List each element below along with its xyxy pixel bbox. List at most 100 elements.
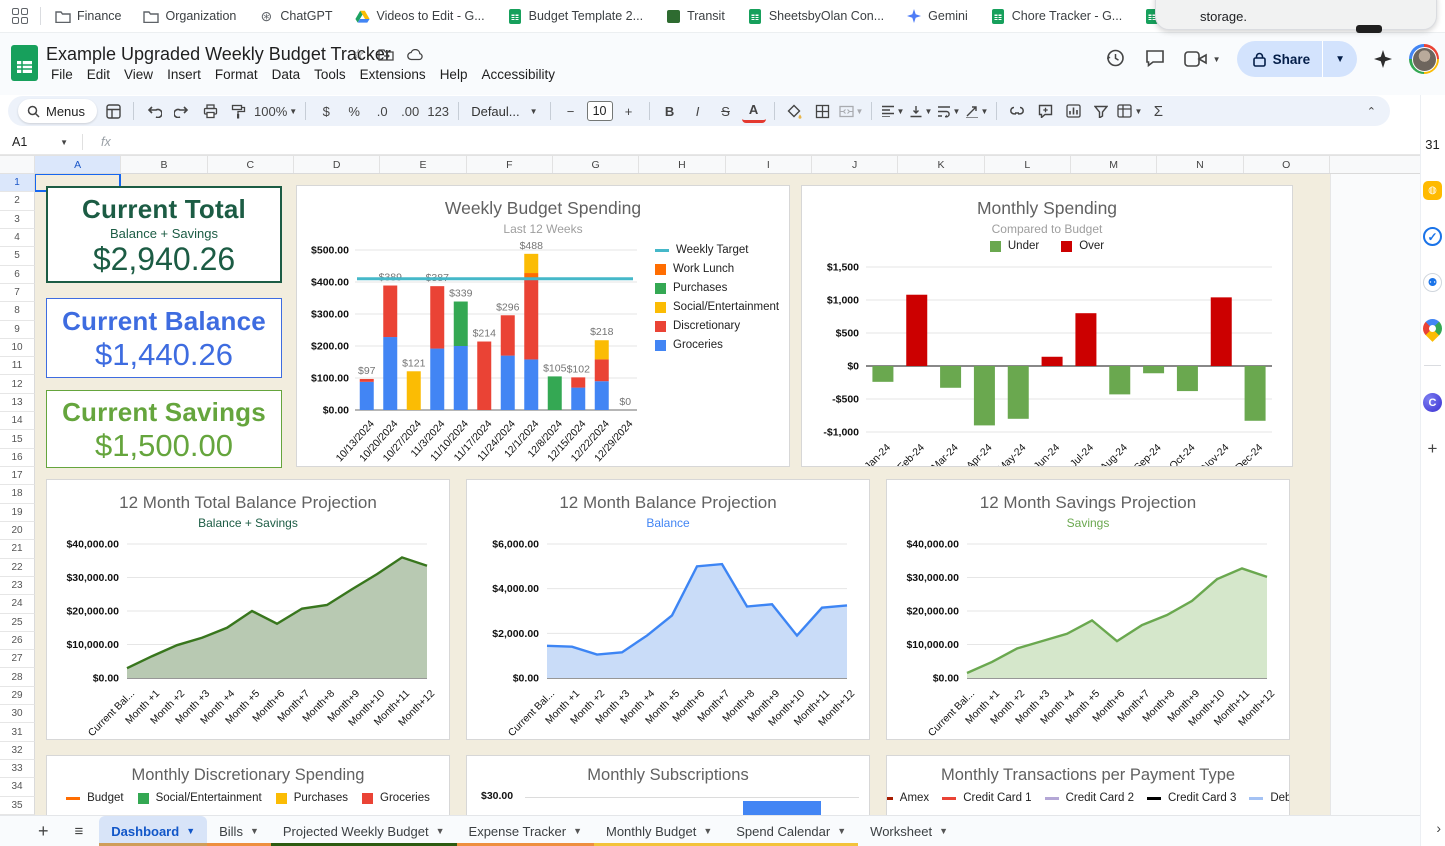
row-header-13[interactable]: 13 — [0, 394, 35, 412]
bookmark-transit[interactable]: Transit — [665, 8, 725, 24]
column-header-f[interactable]: F — [467, 156, 553, 173]
column-header-l[interactable]: L — [985, 156, 1071, 173]
column-header-h[interactable]: H — [639, 156, 725, 173]
keep-icon[interactable]: ◍ — [1423, 181, 1442, 200]
sheet-tab-spend-calendar[interactable]: Spend Calendar▼ — [724, 816, 858, 846]
sheet-tab-caret-icon[interactable]: ▼ — [703, 826, 712, 836]
chart-monthly-spending[interactable]: Monthly Spending Compared to Budget Unde… — [801, 185, 1293, 467]
row-header-17[interactable]: 17 — [0, 467, 35, 485]
more-formats-icon[interactable]: 123 — [426, 99, 450, 123]
meet-caret-icon[interactable]: ▼ — [1213, 55, 1221, 64]
share-caret-icon[interactable]: ▼ — [1323, 54, 1357, 65]
row-header-4[interactable]: 4 — [0, 229, 35, 247]
italic-icon[interactable]: I — [686, 99, 710, 123]
row-header-20[interactable]: 20 — [0, 522, 35, 540]
tables-icon[interactable] — [101, 99, 125, 123]
column-header-k[interactable]: K — [898, 156, 984, 173]
chart-monthly-subscriptions[interactable]: Monthly Subscriptions $30.00 — [466, 755, 870, 815]
row-header-21[interactable]: 21 — [0, 540, 35, 558]
sheet-tab-bills[interactable]: Bills▼ — [207, 816, 271, 846]
column-header-e[interactable]: E — [380, 156, 466, 173]
row-header-5[interactable]: 5 — [0, 247, 35, 265]
row-header-27[interactable]: 27 — [0, 650, 35, 668]
filter-icon[interactable] — [1089, 99, 1113, 123]
column-header-i[interactable]: I — [726, 156, 812, 173]
chart-weekly-budget-spending[interactable]: Weekly Budget Spending Last 12 Weeks Wee… — [296, 185, 790, 467]
column-header-b[interactable]: B — [121, 156, 207, 173]
menu-file[interactable]: File — [44, 65, 80, 84]
row-header-15[interactable]: 15 — [0, 430, 35, 448]
column-header-a[interactable]: A — [35, 156, 121, 173]
font-select[interactable]: Defaul...▼ — [467, 99, 541, 123]
text-color-icon[interactable]: A — [742, 99, 766, 123]
bookmark-gemini[interactable]: Gemini — [906, 8, 968, 24]
chart-12-month-savings-projection[interactable]: 12 Month Savings Projection Savings $0.0… — [886, 479, 1290, 740]
row-header-35[interactable]: 35 — [0, 797, 35, 815]
collapse-toolbar-icon[interactable]: ⌃ — [1367, 105, 1376, 118]
sheet-tab-expense-tracker[interactable]: Expense Tracker▼ — [457, 816, 594, 846]
chart-monthly-transactions-per-payment-type[interactable]: Monthly Transactions per Payment Type Am… — [886, 755, 1290, 815]
grid-corner[interactable] — [0, 155, 35, 174]
column-header-g[interactable]: G — [553, 156, 639, 173]
row-header-32[interactable]: 32 — [0, 742, 35, 760]
name-box[interactable]: A1▼ — [0, 135, 76, 149]
print-icon[interactable] — [198, 99, 222, 123]
column-header-d[interactable]: D — [294, 156, 380, 173]
decrease-font-size-button[interactable]: − — [559, 99, 583, 123]
paint-format-icon[interactable] — [226, 99, 250, 123]
google-sheets-logo[interactable] — [11, 45, 38, 81]
text-wrap-icon[interactable]: ▼ — [936, 99, 960, 123]
row-header-12[interactable]: 12 — [0, 375, 35, 393]
document-title[interactable]: Example Upgraded Weekly Budget Tracker — [46, 44, 391, 65]
cloud-status-icon[interactable] — [407, 49, 424, 61]
row-header-31[interactable]: 31 — [0, 723, 35, 741]
chart-monthly-discretionary-spending[interactable]: Monthly Discretionary Spending BudgetSoc… — [46, 755, 450, 815]
notification-popup[interactable]: storage. — [1155, 0, 1437, 30]
bookmark-budget-template-2[interactable]: Budget Template 2... — [507, 8, 643, 24]
sheet-tab-worksheet[interactable]: Worksheet▼ — [858, 816, 960, 846]
font-size-input[interactable]: 10 — [587, 101, 613, 121]
row-header-19[interactable]: 19 — [0, 504, 35, 522]
row-header-1[interactable]: 1 — [0, 174, 35, 192]
notification-button[interactable] — [1356, 25, 1382, 33]
show-side-panel-icon[interactable]: › — [1436, 820, 1441, 836]
version-history-icon[interactable] — [1104, 47, 1128, 71]
row-header-26[interactable]: 26 — [0, 632, 35, 650]
add-icon[interactable]: + — [1423, 439, 1442, 458]
sheet-tab-projected-weekly-budget[interactable]: Projected Weekly Budget▼ — [271, 816, 457, 846]
meet-video-icon[interactable] — [1184, 50, 1208, 68]
menu-help[interactable]: Help — [433, 65, 475, 84]
sheet-tab-caret-icon[interactable]: ▼ — [939, 826, 948, 836]
sheet-tab-caret-icon[interactable]: ▼ — [837, 826, 846, 836]
column-header-n[interactable]: N — [1157, 156, 1243, 173]
pivot-table-icon[interactable]: ▼ — [1117, 99, 1142, 123]
fill-color-icon[interactable] — [783, 99, 807, 123]
row-header-14[interactable]: 14 — [0, 412, 35, 430]
move-folder-icon[interactable] — [378, 48, 394, 61]
maps-icon[interactable] — [1419, 315, 1445, 342]
bookmark-organization[interactable]: Organization — [143, 8, 236, 24]
colorize-icon[interactable]: C — [1423, 393, 1442, 412]
row-header-29[interactable]: 29 — [0, 687, 35, 705]
menu-view[interactable]: View — [117, 65, 160, 84]
increase-font-size-button[interactable]: + — [617, 99, 641, 123]
user-avatar[interactable] — [1409, 44, 1439, 74]
row-header-16[interactable]: 16 — [0, 449, 35, 467]
add-sheet-icon[interactable]: + — [38, 821, 49, 842]
column-header-c[interactable]: C — [208, 156, 294, 173]
vertical-align-icon[interactable]: ▼ — [908, 99, 932, 123]
share-button[interactable]: Share ▼ — [1237, 41, 1357, 77]
row-header-23[interactable]: 23 — [0, 577, 35, 595]
menu-edit[interactable]: Edit — [80, 65, 117, 84]
column-header-j[interactable]: J — [812, 156, 898, 173]
row-header-22[interactable]: 22 — [0, 559, 35, 577]
row-header-9[interactable]: 9 — [0, 321, 35, 339]
horizontal-align-icon[interactable]: ▼ — [880, 99, 904, 123]
all-sheets-icon[interactable]: ≡ — [75, 823, 84, 840]
text-rotation-icon[interactable]: ▼ — [964, 99, 988, 123]
row-header-10[interactable]: 10 — [0, 339, 35, 357]
format-percent-icon[interactable]: % — [342, 99, 366, 123]
menu-tools[interactable]: Tools — [307, 65, 353, 84]
comments-icon[interactable] — [1144, 47, 1168, 71]
format-currency-icon[interactable]: $ — [314, 99, 338, 123]
